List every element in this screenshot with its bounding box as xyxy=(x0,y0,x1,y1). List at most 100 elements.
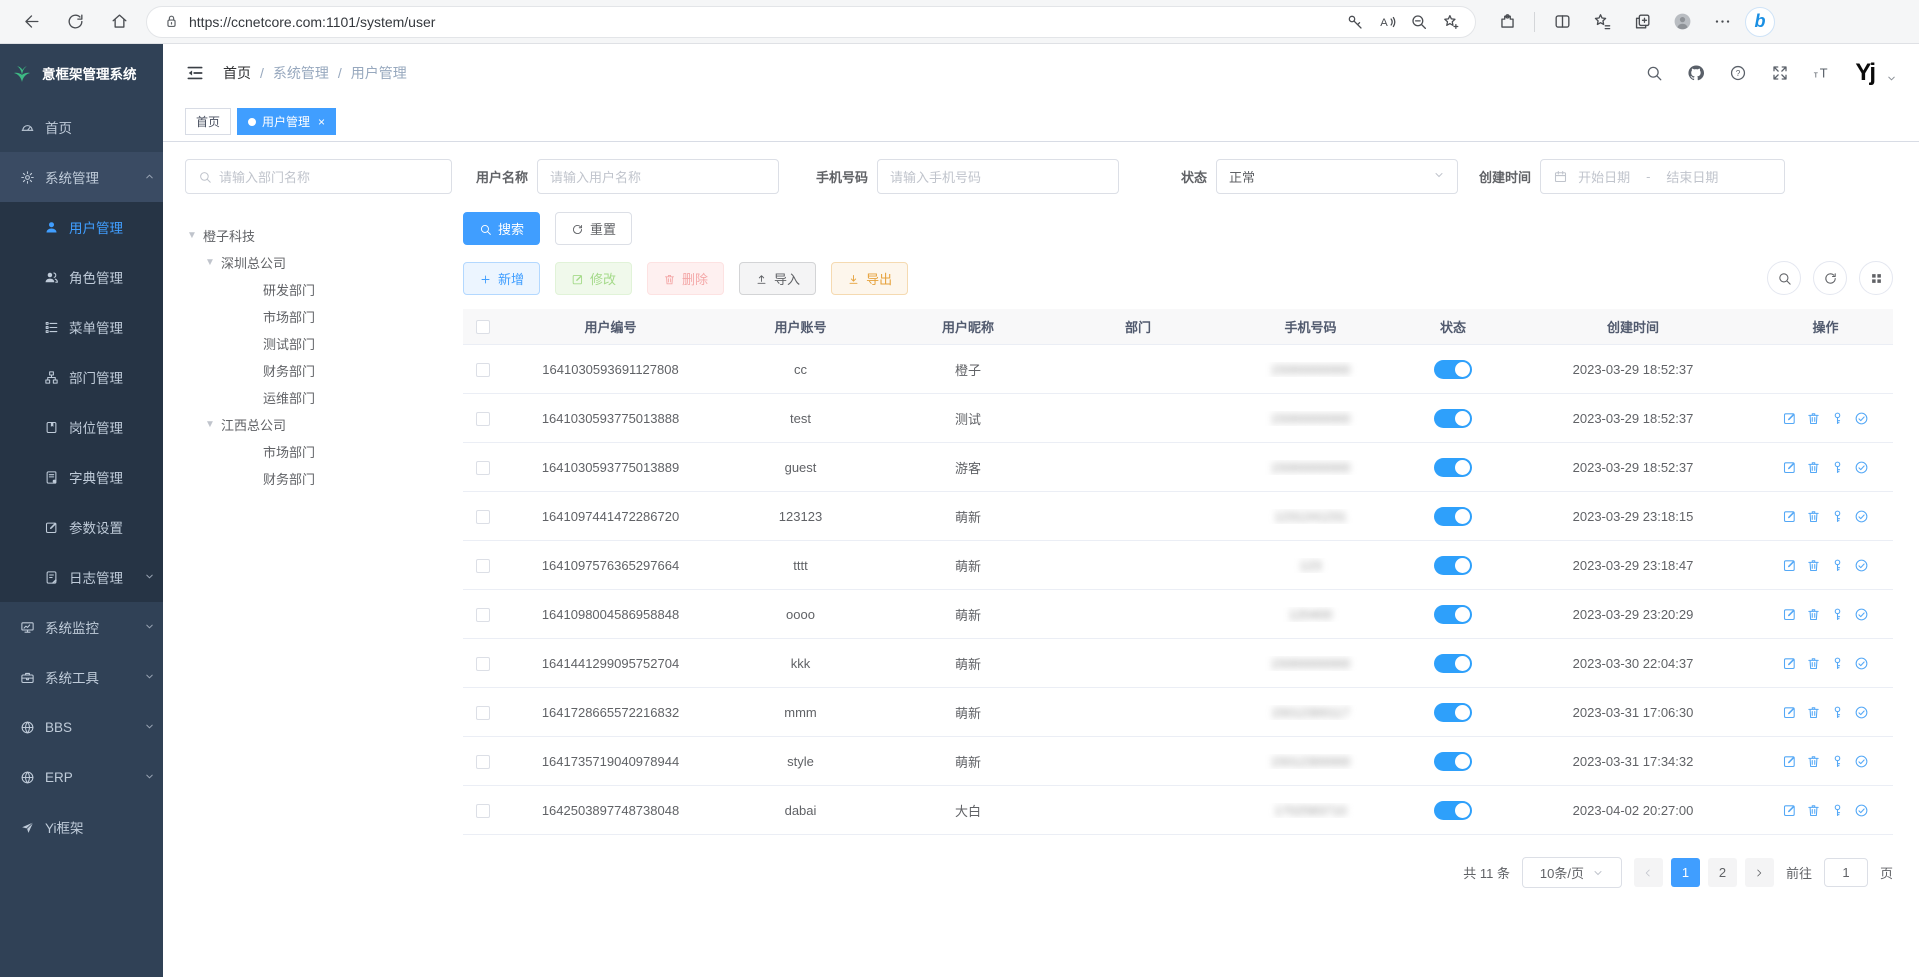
sidebar-item-角色管理[interactable]: 角色管理 xyxy=(0,252,163,302)
phone-input[interactable]: 请输入手机号码 xyxy=(877,159,1119,194)
browser-collections-button[interactable] xyxy=(1625,5,1659,39)
sidebar-item-字典管理[interactable]: 字典管理 xyxy=(0,452,163,502)
row-checkbox[interactable] xyxy=(476,412,490,426)
row-checkbox[interactable] xyxy=(476,608,490,622)
op-editsq-button[interactable] xyxy=(1782,557,1797,573)
op-keyop-button[interactable] xyxy=(1830,410,1845,426)
op-trash-button[interactable] xyxy=(1806,606,1821,622)
tree-expand-icon[interactable]: ▼ xyxy=(205,257,215,268)
sidebar-item-BBS[interactable]: BBS xyxy=(0,702,163,752)
row-checkbox[interactable] xyxy=(476,755,490,769)
breadcrumb-item[interactable]: 系统管理 xyxy=(273,63,329,83)
tree-node-财务部门[interactable]: 财务部门 xyxy=(185,357,463,384)
op-check-button[interactable] xyxy=(1854,508,1869,524)
select-all-checkbox[interactable] xyxy=(476,320,490,334)
sidebar-item-岗位管理[interactable]: 岗位管理 xyxy=(0,402,163,452)
op-keyop-button[interactable] xyxy=(1830,557,1845,573)
page-button-1[interactable]: 1 xyxy=(1671,858,1700,887)
sidebar-item-日志管理[interactable]: 日志管理 xyxy=(0,552,163,602)
status-toggle[interactable] xyxy=(1434,654,1472,673)
tree-node-深圳总公司[interactable]: ▼深圳总公司 xyxy=(185,249,463,276)
status-toggle[interactable] xyxy=(1434,360,1472,379)
add-button[interactable]: 新增 xyxy=(463,262,540,295)
op-keyop-button[interactable] xyxy=(1830,459,1845,475)
header-fontsize-button[interactable]: тT xyxy=(1813,64,1831,82)
table-refresh2-button[interactable] xyxy=(1813,261,1847,295)
status-toggle[interactable] xyxy=(1434,703,1472,722)
op-check-button[interactable] xyxy=(1854,606,1869,622)
browser-reload-button[interactable] xyxy=(58,5,92,39)
status-toggle[interactable] xyxy=(1434,458,1472,477)
op-trash-button[interactable] xyxy=(1806,508,1821,524)
row-checkbox[interactable] xyxy=(476,461,490,475)
search-button[interactable]: 搜索 xyxy=(463,212,540,245)
status-toggle[interactable] xyxy=(1434,605,1472,624)
op-trash-button[interactable] xyxy=(1806,459,1821,475)
import-button[interactable]: 导入 xyxy=(739,262,816,295)
site-lock-icon[interactable] xyxy=(161,12,181,32)
url-text[interactable]: https://ccnetcore.com:1101/system/user xyxy=(189,14,1333,30)
next-page-button[interactable] xyxy=(1745,858,1774,887)
op-keyop-button[interactable] xyxy=(1830,655,1845,671)
header-github-button[interactable] xyxy=(1687,64,1705,82)
op-trash-button[interactable] xyxy=(1806,704,1821,720)
tree-node-研发部门[interactable]: 研发部门 xyxy=(185,276,463,303)
op-editsq-button[interactable] xyxy=(1782,508,1797,524)
user-avatar-logo[interactable]: Yj xyxy=(1855,61,1874,85)
op-keyop-button[interactable] xyxy=(1830,753,1845,769)
status-toggle[interactable] xyxy=(1434,801,1472,820)
op-keyop-button[interactable] xyxy=(1830,802,1845,818)
op-check-button[interactable] xyxy=(1854,753,1869,769)
header-fullscreen-button[interactable] xyxy=(1771,64,1789,82)
status-select[interactable]: 正常 xyxy=(1216,159,1458,194)
op-keyop-button[interactable] xyxy=(1830,606,1845,622)
row-checkbox[interactable] xyxy=(476,657,490,671)
status-toggle[interactable] xyxy=(1434,507,1472,526)
table-search-button[interactable] xyxy=(1767,261,1801,295)
breadcrumb-item[interactable]: 用户管理 xyxy=(351,63,407,83)
tree-node-市场部门[interactable]: 市场部门 xyxy=(185,303,463,330)
username-input[interactable]: 请输入用户名称 xyxy=(537,159,779,194)
table-grid-button[interactable] xyxy=(1859,261,1893,295)
date-range-picker[interactable]: 开始日期 - 结束日期 xyxy=(1540,159,1785,194)
header-search-button[interactable] xyxy=(1645,64,1663,82)
op-keyop-button[interactable] xyxy=(1830,704,1845,720)
tab-首页[interactable]: 首页 xyxy=(185,108,231,135)
breadcrumb-item[interactable]: 首页 xyxy=(223,63,251,83)
tab-close-icon[interactable]: × xyxy=(318,115,325,129)
row-checkbox[interactable] xyxy=(476,363,490,377)
browser-key-button[interactable] xyxy=(1341,8,1369,36)
sidebar-item-参数设置[interactable]: 参数设置 xyxy=(0,502,163,552)
op-trash-button[interactable] xyxy=(1806,655,1821,671)
row-checkbox[interactable] xyxy=(476,706,490,720)
sidebar-item-系统管理[interactable]: 系统管理 xyxy=(0,152,163,202)
op-trash-button[interactable] xyxy=(1806,557,1821,573)
page-button-2[interactable]: 2 xyxy=(1708,858,1737,887)
browser-avatar-button[interactable] xyxy=(1665,5,1699,39)
op-editsq-button[interactable] xyxy=(1782,753,1797,769)
page-size-select[interactable]: 10条/页 xyxy=(1522,857,1622,888)
browser-home-button[interactable] xyxy=(102,5,136,39)
reset-button[interactable]: 重置 xyxy=(555,212,632,245)
prev-page-button[interactable] xyxy=(1634,858,1663,887)
goto-page-input[interactable]: 1 xyxy=(1824,858,1868,887)
status-toggle[interactable] xyxy=(1434,556,1472,575)
op-check-button[interactable] xyxy=(1854,557,1869,573)
browser-zoomout-button[interactable] xyxy=(1405,8,1433,36)
sidebar-item-Yi框架[interactable]: Yi框架 xyxy=(0,802,163,852)
tab-用户管理[interactable]: 用户管理× xyxy=(237,108,336,135)
tree-expand-icon[interactable]: ▼ xyxy=(187,230,197,241)
op-editsq-button[interactable] xyxy=(1782,606,1797,622)
bing-chat-button[interactable]: b xyxy=(1745,7,1775,37)
sidebar-item-菜单管理[interactable]: 菜单管理 xyxy=(0,302,163,352)
browser-puzzle-button[interactable] xyxy=(1490,5,1524,39)
op-editsq-button[interactable] xyxy=(1782,802,1797,818)
op-check-button[interactable] xyxy=(1854,410,1869,426)
tree-node-测试部门[interactable]: 测试部门 xyxy=(185,330,463,357)
browser-readaloud-button[interactable]: A xyxy=(1373,8,1401,36)
op-trash-button[interactable] xyxy=(1806,802,1821,818)
tree-node-橙子科技[interactable]: ▼橙子科技 xyxy=(185,222,463,249)
tree-node-市场部门[interactable]: 市场部门 xyxy=(185,438,463,465)
browser-split-button[interactable] xyxy=(1545,5,1579,39)
op-trash-button[interactable] xyxy=(1806,410,1821,426)
